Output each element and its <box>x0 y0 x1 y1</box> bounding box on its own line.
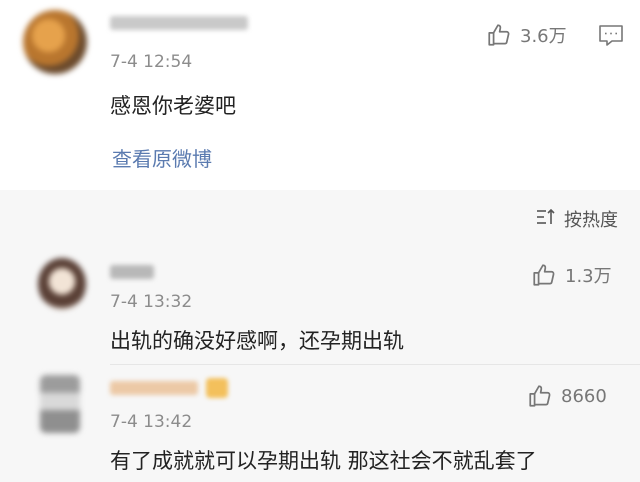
like-button[interactable]: 8660 <box>527 383 607 409</box>
sort-label: 按热度 <box>564 210 618 231</box>
like-count: 8660 <box>561 385 607 407</box>
sort-by-hot-button[interactable]: 按热度 <box>536 206 618 232</box>
like-count: 3.6万 <box>520 26 567 47</box>
user-badge-icon <box>206 378 228 398</box>
like-button[interactable]: 3.6万 <box>486 22 567 48</box>
view-original-link[interactable]: 查看原微博 <box>112 143 212 172</box>
thumbs-up-icon <box>527 383 553 409</box>
divider <box>110 364 640 365</box>
sort-icon <box>536 208 556 231</box>
comment-time: 7-4 13:42 <box>110 412 193 432</box>
comment-text: 感恩你老婆吧 <box>110 94 236 118</box>
like-button[interactable]: 1.3万 <box>531 262 612 288</box>
avatar[interactable] <box>38 258 86 310</box>
avatar[interactable] <box>40 375 80 433</box>
like-count: 1.3万 <box>565 266 612 287</box>
thumbs-up-icon <box>486 22 512 48</box>
avatar[interactable] <box>23 10 87 74</box>
username-blurred[interactable] <box>110 265 154 279</box>
username-blurred[interactable] <box>110 381 198 395</box>
comment-icon[interactable] <box>598 24 624 48</box>
comment-time: 7-4 13:32 <box>110 292 193 312</box>
username-blurred[interactable] <box>110 16 248 30</box>
thumbs-up-icon <box>531 262 557 288</box>
main-comment-card: 7-4 12:54 感恩你老婆吧 查看原微博 3.6万 <box>0 0 640 190</box>
comment-time: 7-4 12:54 <box>110 52 193 72</box>
comment-text: 出轨的确没好感啊，还孕期出轨 <box>110 329 404 353</box>
comment-text: 有了成就就可以孕期出轨 那这社会不就乱套了 <box>110 449 537 473</box>
